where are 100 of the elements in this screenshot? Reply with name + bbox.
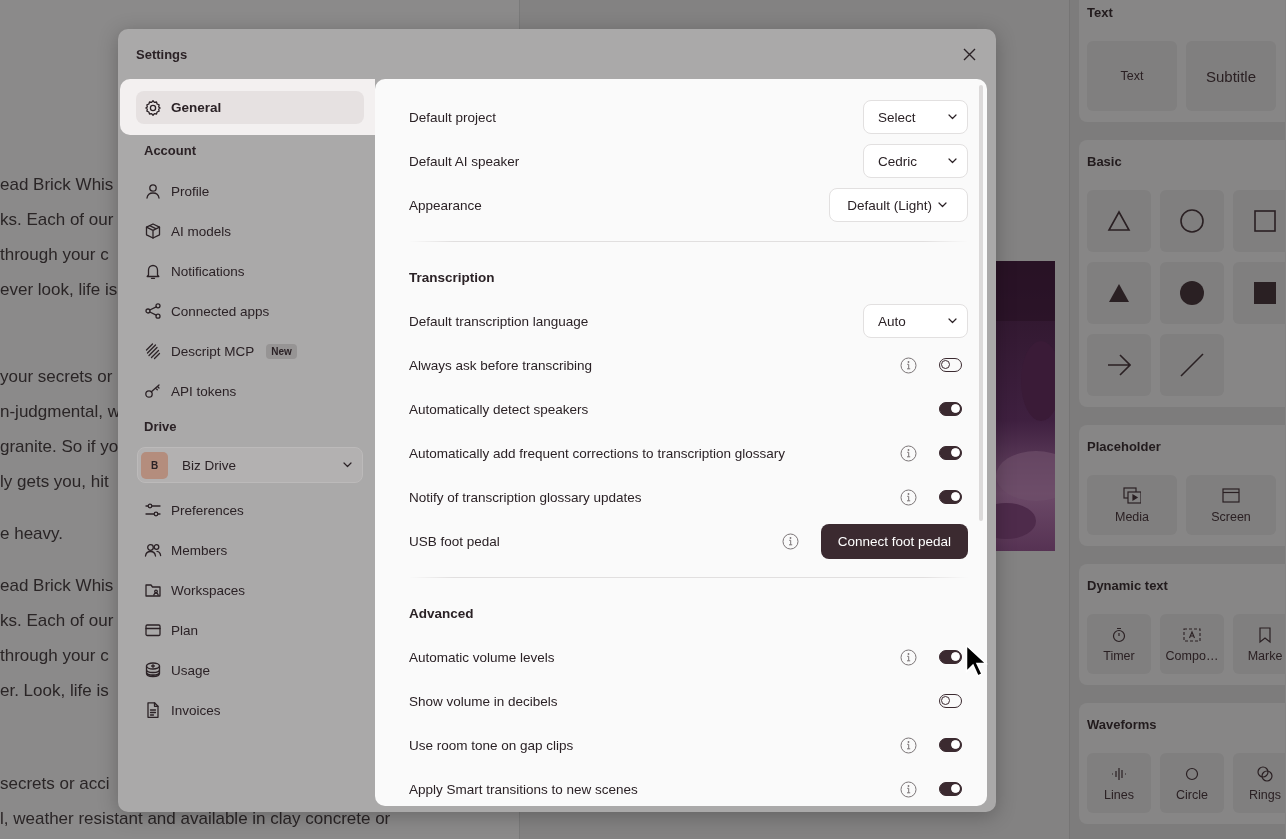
sidebar-item[interactable]: API tokens (118, 371, 375, 411)
sidebar-item[interactable]: Preferences (118, 490, 375, 530)
insert-tile[interactable] (1160, 190, 1224, 252)
document-text-line: secrets or acci (0, 773, 110, 795)
document-text-line: through your c (0, 244, 109, 266)
new-badge: New (266, 343, 297, 359)
document-text-line: l, weather resistant and available in clay concrete or (0, 808, 391, 830)
chevron-icon (343, 462, 352, 468)
bookmark-icon (1256, 625, 1274, 644)
sidebar-item[interactable]: General (136, 91, 364, 124)
setting-label: Apply Smart transitions to new scenes (409, 781, 639, 797)
square-icon (1253, 209, 1277, 233)
insert-tile[interactable]: Compo… (1160, 614, 1224, 674)
document-icon (144, 701, 162, 719)
drive-dropdown[interactable]: B Biz Drive (137, 447, 363, 483)
card-icon (144, 621, 162, 639)
toggle-switch[interactable] (939, 490, 962, 504)
insert-tile[interactable]: Marke (1233, 614, 1285, 674)
setting-label: Default project (409, 109, 498, 125)
insert-tile[interactable] (1160, 262, 1224, 324)
connect-button[interactable]: Connect foot pedal (820, 523, 968, 559)
line-icon (1180, 353, 1204, 377)
setting-label: Automatically detect speakers (409, 401, 590, 417)
close-icon (963, 47, 976, 61)
toggle-switch[interactable] (939, 650, 962, 664)
sidebar-item[interactable]: Connected apps (118, 291, 375, 331)
circle-icon (1180, 209, 1204, 233)
toggle-switch[interactable] (939, 782, 962, 796)
section-title: Dynamic text (1087, 577, 1168, 595)
avatar: B (141, 451, 168, 479)
insert-tile[interactable]: Subtitle (1186, 41, 1276, 111)
text-frame-icon (1183, 625, 1201, 644)
setting-label: Default transcription language (409, 313, 590, 329)
insert-tile[interactable]: Circle (1160, 753, 1224, 813)
sidebar-item[interactable]: Members (118, 530, 375, 570)
toggle-switch[interactable] (939, 446, 962, 460)
document-text-line: ly gets you, hit (0, 471, 109, 493)
setting-label: Appearance (409, 197, 483, 213)
insert-tile[interactable] (1087, 262, 1151, 324)
setting-label: Always ask before transcribing (409, 357, 594, 373)
insert-tile[interactable]: Text (1087, 41, 1177, 111)
media-icon (1123, 486, 1141, 505)
section-title: Waveforms (1087, 716, 1157, 734)
setting-label: Show volume in decibels (409, 693, 559, 709)
folder-icon (144, 581, 162, 599)
people-icon (144, 541, 162, 559)
bell-icon (144, 262, 162, 280)
sidebar-item[interactable]: Notifications (118, 251, 375, 291)
setting-label: USB foot pedal (409, 533, 501, 549)
insert-tile[interactable]: Rings (1233, 753, 1285, 813)
insert-tile[interactable]: Screen (1186, 475, 1276, 535)
circle-icon (1180, 281, 1204, 305)
toggle-switch[interactable] (939, 402, 962, 416)
toggle-switch[interactable] (939, 738, 962, 752)
share-icon (144, 302, 162, 320)
rings-icon (1256, 764, 1274, 783)
insert-tile[interactable] (1233, 190, 1285, 252)
sidebar-item[interactable]: Usage (118, 650, 375, 690)
sidebar-item[interactable]: Invoices (118, 690, 375, 730)
sidebar-heading: Account (143, 142, 196, 160)
insert-tile[interactable] (1160, 334, 1224, 396)
dropdown[interactable]: Cedric (863, 144, 968, 178)
insert-tile[interactable]: Lines (1087, 753, 1151, 813)
document-text-line: er. Look, life is (0, 680, 109, 702)
arrow-icon (1107, 353, 1131, 377)
sidebar-item[interactable]: Descript MCP New (118, 331, 375, 371)
insert-tile[interactable] (1087, 190, 1151, 252)
setting-label: Default AI speaker (409, 153, 521, 169)
section-title: Placeholder (1087, 438, 1161, 456)
insert-tile[interactable] (1233, 262, 1285, 324)
insert-tile[interactable]: Timer (1087, 614, 1151, 674)
insert-tile[interactable]: Media (1087, 475, 1177, 535)
chevron-icon (948, 318, 957, 324)
key-icon (144, 382, 162, 400)
section-heading: Transcription (409, 269, 495, 285)
dropdown[interactable]: Auto (863, 304, 968, 338)
document-text-line: through your c (0, 645, 109, 667)
chevron-icon (948, 114, 957, 120)
gear-icon (144, 98, 162, 117)
sidebar-item[interactable]: Profile (118, 171, 375, 211)
square-icon (1253, 281, 1277, 305)
setting-label: Automatic volume levels (409, 649, 556, 665)
setting-label: Use room tone on gap clips (409, 737, 575, 753)
document-text-line: ks. Each of our (0, 610, 114, 632)
dropdown[interactable]: Default (Light) (829, 188, 968, 222)
chevron-icon (948, 158, 957, 164)
scrollbar[interactable] (979, 85, 983, 521)
document-text-line: your secrets or (0, 366, 113, 388)
document-text-line: e heavy. (0, 523, 63, 545)
section-title: Basic (1087, 153, 1122, 171)
sidebar-heading: Drive (143, 418, 177, 436)
insert-tile[interactable] (1087, 334, 1151, 396)
sidebar-item[interactable]: Plan (118, 610, 375, 650)
sidebar-item[interactable]: AI models (118, 211, 375, 251)
setting-label: Automatically add frequent corrections to transcription glossary (409, 445, 786, 461)
sidebar-item[interactable]: Workspaces (118, 570, 375, 610)
document-text-line: ead Brick Whis (0, 575, 114, 597)
stripes-icon (144, 342, 162, 360)
dropdown[interactable]: Select (863, 100, 968, 134)
section-heading: Advanced (409, 605, 474, 621)
